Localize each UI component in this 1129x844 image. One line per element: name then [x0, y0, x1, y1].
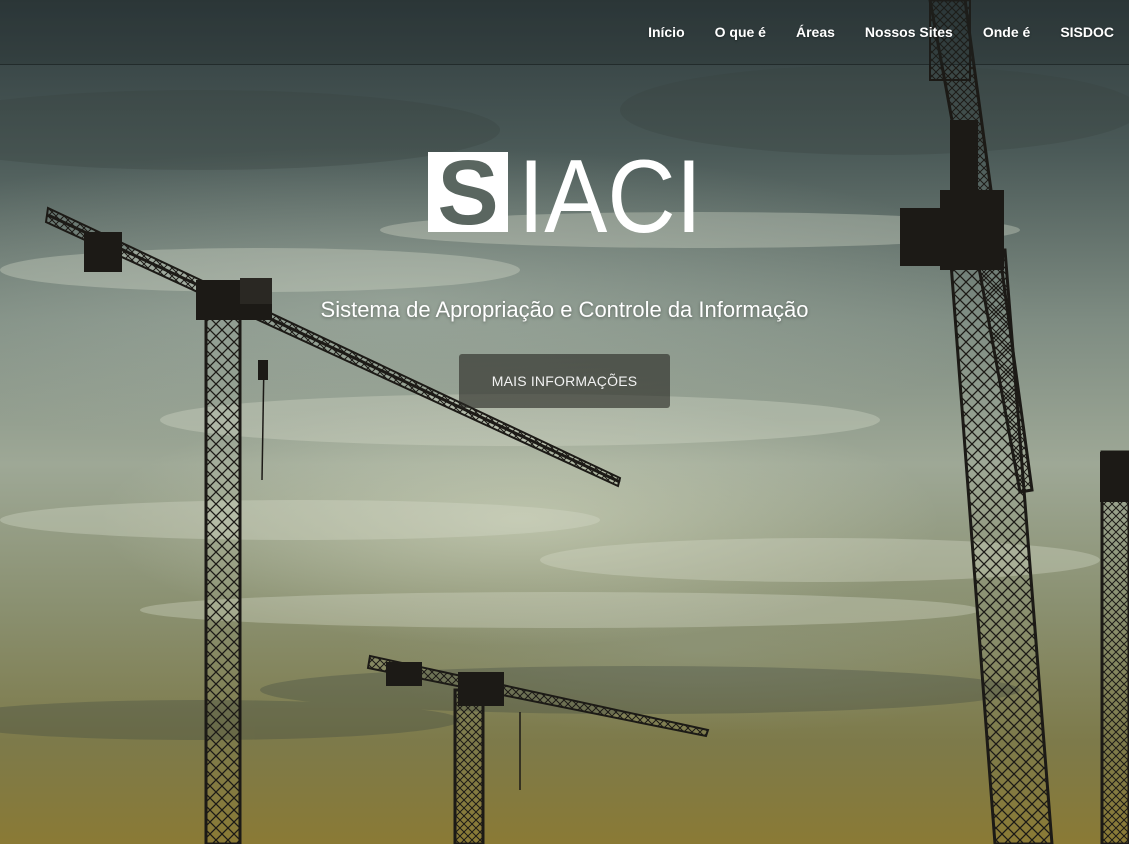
logo-letters-iaci: IACI [518, 152, 702, 234]
siaci-logo: S IACI [428, 152, 702, 234]
nav-menu: Início O que é Áreas Nossos Sites Onde é… [633, 0, 1129, 64]
nav-link-nossos-sites[interactable]: Nossos Sites [850, 24, 968, 40]
nav-link-onde-e[interactable]: Onde é [968, 24, 1045, 40]
nav-link-inicio[interactable]: Início [633, 24, 700, 40]
more-info-button[interactable]: MAIS INFORMAÇÕES [459, 354, 670, 408]
top-navbar: Início O que é Áreas Nossos Sites Onde é… [0, 0, 1129, 65]
nav-link-sisdoc[interactable]: SISDOC [1045, 24, 1129, 40]
crane-far-right-silhouette [1100, 450, 1129, 844]
hero-section: Início O que é Áreas Nossos Sites Onde é… [0, 0, 1129, 844]
logo-letter-s: S [437, 152, 498, 234]
nav-link-o-que-e[interactable]: O que é [700, 24, 781, 40]
hero-background-image [0, 0, 1129, 844]
nav-link-areas[interactable]: Áreas [781, 24, 850, 40]
hero-tagline: Sistema de Apropriação e Controle da Inf… [320, 297, 809, 322]
